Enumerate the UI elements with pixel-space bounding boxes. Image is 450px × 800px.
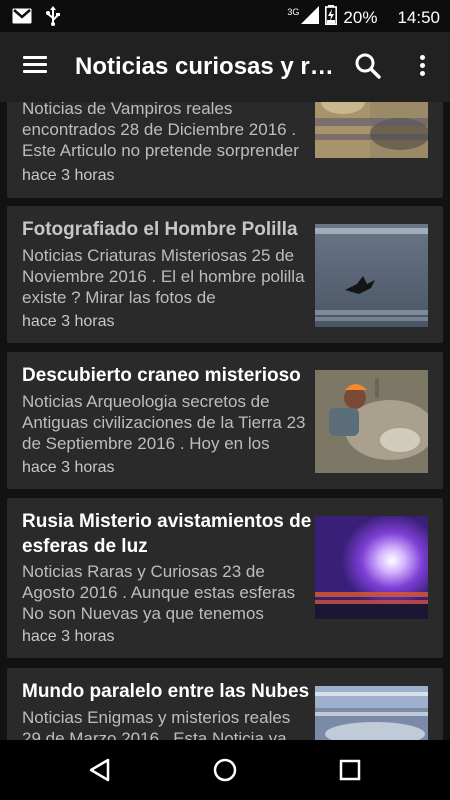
article-title: Fotografiado el Hombre Polilla: [22, 219, 298, 240]
home-circle-icon[interactable]: [205, 750, 245, 790]
more-vertical-icon[interactable]: [410, 52, 434, 82]
navigation-bar: [0, 740, 450, 800]
article-time: hace 3 horas: [22, 459, 115, 476]
news-feed[interactable]: Noticias de Vampiros reales encontrados …: [0, 102, 450, 740]
clock: 14:50: [397, 7, 440, 27]
article-thumbnail: [315, 686, 428, 740]
article-description: Noticias Enigmas y misterios reales 29 d…: [22, 708, 291, 740]
article-card[interactable]: Descubierto craneo misterioso Noticias A…: [7, 352, 443, 489]
article-thumbnail: [315, 516, 428, 619]
article-thumbnail: [315, 224, 428, 327]
article-time: hace 3 horas: [22, 313, 115, 330]
hamburger-menu-icon[interactable]: [18, 52, 52, 82]
article-time: hace 3 horas: [22, 628, 115, 645]
signal-icon: [301, 6, 320, 29]
battery-percent: 20%: [343, 7, 378, 27]
app-bar: Noticias curiosas y ra…: [0, 32, 450, 102]
article-card[interactable]: Noticias de Vampiros reales encontrados …: [7, 102, 443, 198]
article-time: hace 3 horas: [22, 167, 115, 184]
article-card[interactable]: Mundo paralelo entre las Nubes Noticias …: [7, 668, 443, 740]
article-description: Noticias de Vampiros reales encontrados …: [22, 102, 299, 160]
gmail-icon: [12, 8, 32, 29]
usb-icon: [46, 6, 60, 31]
article-title: Rusia Misterio avistamientos de esferas …: [22, 511, 312, 557]
status-bar: 3G 20% 14:50: [0, 0, 450, 32]
network-type-label: 3G: [287, 6, 300, 17]
recents-square-icon[interactable]: [330, 750, 370, 790]
article-card[interactable]: Rusia Misterio avistamientos de esferas …: [7, 498, 443, 658]
article-description: Noticias Arqueologia secretos de Antigua…: [22, 392, 306, 453]
article-description: Noticias Raras y Curiosas 23 de Agosto 2…: [22, 562, 296, 623]
search-icon[interactable]: [354, 52, 384, 82]
article-card[interactable]: Fotografiado el Hombre Polilla Noticias …: [7, 206, 443, 343]
article-description: Noticias Criaturas Misteriosas 25 de Nov…: [22, 246, 305, 307]
article-thumbnail: [315, 370, 428, 473]
article-title: Mundo paralelo entre las Nubes: [22, 681, 310, 702]
app-title: Noticias curiosas y ra…: [75, 53, 345, 80]
article-thumbnail: [315, 102, 428, 158]
back-triangle-icon[interactable]: [80, 750, 120, 790]
article-title: Descubierto craneo misterioso: [22, 365, 301, 386]
battery-icon: [325, 5, 338, 30]
